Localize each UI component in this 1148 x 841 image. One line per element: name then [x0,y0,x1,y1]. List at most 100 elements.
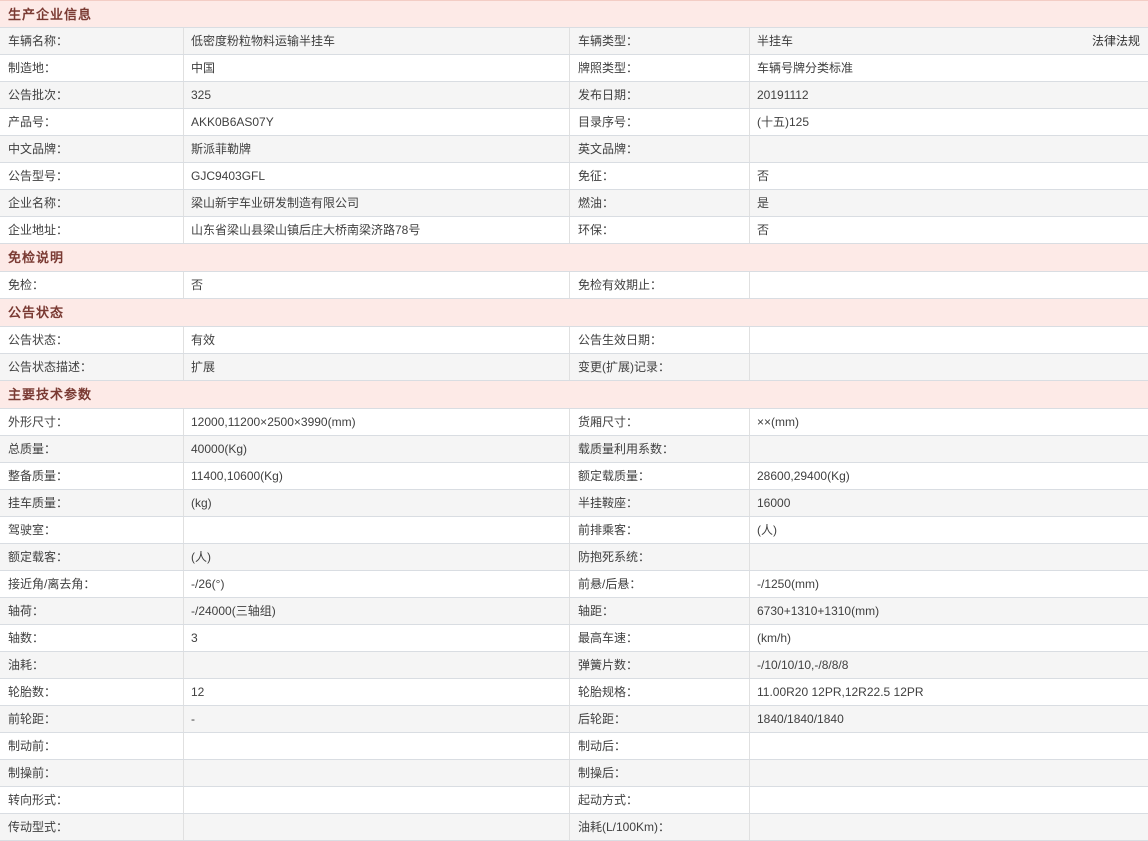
field-value-cell: 6730+1310+1310(mm) [750,598,1148,624]
field-value-cell: ××(mm) [750,409,1148,435]
field-row: 公告批次：325发布日期：20191112 [0,82,1148,109]
field-value: 16000 [757,490,790,516]
field-value: ××(mm) [757,409,799,435]
field-label: 轴荷： [0,598,184,624]
field-value-cell: 是 [750,190,1148,216]
field-value: 梁山新宇车业研发制造有限公司 [184,190,570,216]
field-label: 变更(扩展)记录： [570,354,750,380]
field-value: AKK0B6AS07Y [184,109,570,135]
field-row: 企业名称：梁山新宇车业研发制造有限公司燃油： 是 [0,190,1148,217]
field-row: 公告状态描述：扩展变更(扩展)记录： [0,354,1148,381]
field-value: 斯派菲勒牌 [184,136,570,162]
field-value: -/10/10/10,-/8/8/8 [757,652,848,678]
field-label: 货厢尺寸： [570,409,750,435]
field-label: 额定载质量： [570,463,750,489]
field-label: 整备质量： [0,463,184,489]
field-label: 公告批次： [0,82,184,108]
field-value: GJC9403GFL [184,163,570,189]
field-value-cell [750,787,1148,813]
field-label: 环保： [570,217,750,243]
field-label: 前排乘客： [570,517,750,543]
field-label: 驾驶室： [0,517,184,543]
field-label: 车辆类型： [570,28,750,54]
field-label: 企业地址： [0,217,184,243]
field-label: 免征： [570,163,750,189]
field-value-cell: 车辆号牌分类标准 [750,55,1148,81]
field-row: 挂车质量：(kg)半挂鞍座：16000 [0,490,1148,517]
field-value: (km/h) [757,625,791,651]
field-value: 中国 [184,55,570,81]
field-row: 额定载客：(人)防抱死系统： [0,544,1148,571]
section-title: 公告状态 [0,299,1148,327]
field-row: 车辆名称：低密度粉粒物料运输半挂车车辆类型：半挂车法律法规 [0,28,1148,55]
field-value: 28600,29400(Kg) [757,463,850,489]
field-label: 油耗(L/100Km)： [570,814,750,840]
field-value: 否 [757,163,769,189]
field-label: 发布日期： [570,82,750,108]
field-label: 弹簧片数： [570,652,750,678]
field-label: 接近角/离去角： [0,571,184,597]
field-value: 否 [184,272,570,298]
field-label: 转向形式： [0,787,184,813]
field-label: 中文品牌： [0,136,184,162]
field-value [184,814,570,840]
field-value [184,652,570,678]
field-label: 轮胎数： [0,679,184,705]
field-value: 低密度粉粒物料运输半挂车 [184,28,570,54]
field-label: 额定载客： [0,544,184,570]
field-value: -/1250(mm) [757,571,819,597]
field-label: 油耗： [0,652,184,678]
field-row: 企业地址：山东省梁山县梁山镇后庄大桥南梁济路78号环保：否 [0,217,1148,244]
field-row: 公告状态：有效公告生效日期： [0,327,1148,354]
field-row: 制动前：制动后： [0,733,1148,760]
field-row: 轮胎数：12轮胎规格：11.00R20 12PR,12R22.5 12PR [0,679,1148,706]
field-value-cell: 20191112 [750,82,1148,108]
field-value: 12000,11200×2500×3990(mm) [184,409,570,435]
field-value-cell [750,760,1148,786]
legal-regulations-link[interactable]: 法律法规 [1092,28,1140,54]
field-label: 公告生效日期： [570,327,750,353]
field-value: (十五)125 [757,109,809,135]
field-value-cell [750,272,1148,298]
field-value: (人) [184,544,570,570]
field-label: 轴距： [570,598,750,624]
field-value-cell [750,814,1148,840]
field-value-cell: (人) [750,517,1148,543]
field-label: 外形尺寸： [0,409,184,435]
field-value [184,517,570,543]
field-value: (人) [757,517,777,543]
field-label: 燃油： [570,190,750,216]
field-row: 中文品牌：斯派菲勒牌英文品牌： [0,136,1148,163]
field-label: 挂车质量： [0,490,184,516]
field-value-cell [750,544,1148,570]
field-value: 3 [184,625,570,651]
field-value-cell: -/1250(mm) [750,571,1148,597]
field-value: 是 [757,190,769,216]
field-row: 外形尺寸：12000,11200×2500×3990(mm)货厢尺寸： ××(mm… [0,409,1148,436]
field-value [184,760,570,786]
field-label: 传动型式： [0,814,184,840]
field-label: 最高车速： [570,625,750,651]
section-title: 免检说明 [0,244,1148,272]
field-label: 制操后： [570,760,750,786]
field-value-cell: 28600,29400(Kg) [750,463,1148,489]
field-row: 传动型式： 油耗(L/100Km)： [0,814,1148,841]
field-row: 公告型号：GJC9403GFL免征：否 [0,163,1148,190]
field-row: 总质量：40000(Kg)载质量利用系数： [0,436,1148,463]
field-label: 免检： [0,272,184,298]
field-label: 目录序号： [570,109,750,135]
field-label: 牌照类型： [570,55,750,81]
field-value-cell: 半挂车法律法规 [750,28,1148,54]
field-value-cell [750,733,1148,759]
field-label: 制操前： [0,760,184,786]
field-label: 企业名称： [0,190,184,216]
field-label: 总质量： [0,436,184,462]
field-value-cell [750,136,1148,162]
field-row: 整备质量：11400,10600(Kg)额定载质量：28600,29400(Kg… [0,463,1148,490]
field-label: 车辆名称： [0,28,184,54]
field-value: 20191112 [757,82,809,108]
field-value: 扩展 [184,354,570,380]
field-value-cell: (十五)125 [750,109,1148,135]
field-label: 起动方式： [570,787,750,813]
field-row: 轴数：3最高车速：(km/h) [0,625,1148,652]
